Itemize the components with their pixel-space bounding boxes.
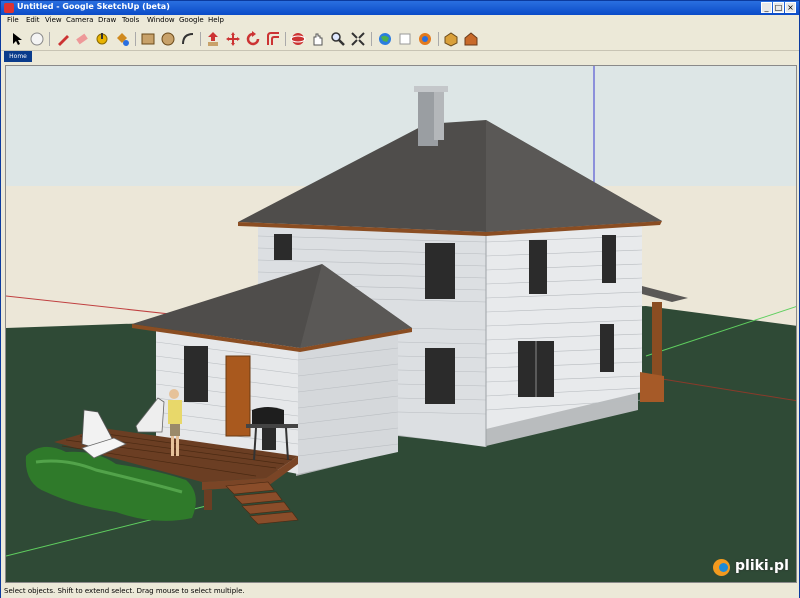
porch-post xyxy=(652,302,662,376)
grill xyxy=(252,407,284,426)
watermark: pliki.pl xyxy=(713,558,793,580)
maximize-button[interactable]: □ xyxy=(773,2,784,13)
menu-help[interactable]: Help xyxy=(208,16,224,24)
rectangle-icon[interactable] xyxy=(140,31,156,47)
toolbar-separator xyxy=(285,32,286,46)
rotate-icon[interactable] xyxy=(245,31,261,47)
zoom-extents-icon[interactable] xyxy=(350,31,366,47)
toolbar-separator xyxy=(49,32,50,46)
move-icon[interactable] xyxy=(225,31,241,47)
window xyxy=(425,348,455,404)
share-model-icon[interactable] xyxy=(417,31,433,47)
person xyxy=(169,389,179,399)
get-model-icon[interactable] xyxy=(397,31,413,47)
watermark-text: pliki.pl xyxy=(735,558,789,574)
tape-measure-icon[interactable] xyxy=(94,31,110,47)
arc-icon[interactable] xyxy=(180,31,196,47)
scene-tab-home[interactable]: Home xyxy=(4,51,32,62)
zoom-icon[interactable] xyxy=(330,31,346,47)
window xyxy=(600,324,614,372)
eraser-sphere-icon[interactable] xyxy=(29,31,45,47)
addition-right-wall xyxy=(298,334,398,474)
window xyxy=(274,234,292,260)
menu-draw[interactable]: Draw xyxy=(98,16,116,24)
pan-icon[interactable] xyxy=(310,31,326,47)
toolbar-separator xyxy=(438,32,439,46)
house-model-scene xyxy=(6,66,796,582)
scenes-bar: Home xyxy=(1,51,799,62)
menu-bar: File Edit View Camera Draw Tools Window … xyxy=(1,15,799,27)
model-viewport[interactable] xyxy=(5,65,797,583)
status-bar: Select objects. Shift to extend select. … xyxy=(1,585,799,598)
window-title: Untitled - Google SketchUp (beta) xyxy=(17,2,170,11)
app-icon xyxy=(4,3,14,13)
select-arrow-icon[interactable] xyxy=(9,31,25,47)
window xyxy=(425,243,455,299)
menu-google[interactable]: Google xyxy=(179,16,204,24)
pencil-line-icon[interactable] xyxy=(55,31,71,47)
status-message: Select objects. Shift to extend select. … xyxy=(4,587,245,595)
circle-icon[interactable] xyxy=(160,31,176,47)
menu-camera[interactable]: Camera xyxy=(66,16,93,24)
menu-window[interactable]: Window xyxy=(147,16,175,24)
menu-tools[interactable]: Tools xyxy=(122,16,139,24)
main-toolbar xyxy=(1,28,799,51)
porch-base xyxy=(640,372,664,402)
toolbar-separator xyxy=(371,32,372,46)
orbit-icon[interactable] xyxy=(290,31,306,47)
warehouse-icon[interactable] xyxy=(463,31,479,47)
minimize-button[interactable]: _ xyxy=(761,2,772,13)
menu-edit[interactable]: Edit xyxy=(26,16,40,24)
offset-icon[interactable] xyxy=(265,31,281,47)
window xyxy=(529,240,547,294)
menu-view[interactable]: View xyxy=(45,16,62,24)
window xyxy=(184,346,208,402)
component-icon[interactable] xyxy=(443,31,459,47)
window xyxy=(602,235,616,283)
push-pull-icon[interactable] xyxy=(205,31,221,47)
toolbar-separator xyxy=(135,32,136,46)
close-button[interactable]: × xyxy=(785,2,796,13)
paint-bucket-icon[interactable] xyxy=(114,31,130,47)
menu-file[interactable]: File xyxy=(7,16,19,24)
sketchup-window: Untitled - Google SketchUp (beta) _ □ × … xyxy=(0,0,800,598)
eraser-icon[interactable] xyxy=(74,31,90,47)
title-bar[interactable]: Untitled - Google SketchUp (beta) _ □ × xyxy=(1,1,799,15)
google-earth-icon[interactable] xyxy=(377,31,393,47)
toolbar-separator xyxy=(200,32,201,46)
